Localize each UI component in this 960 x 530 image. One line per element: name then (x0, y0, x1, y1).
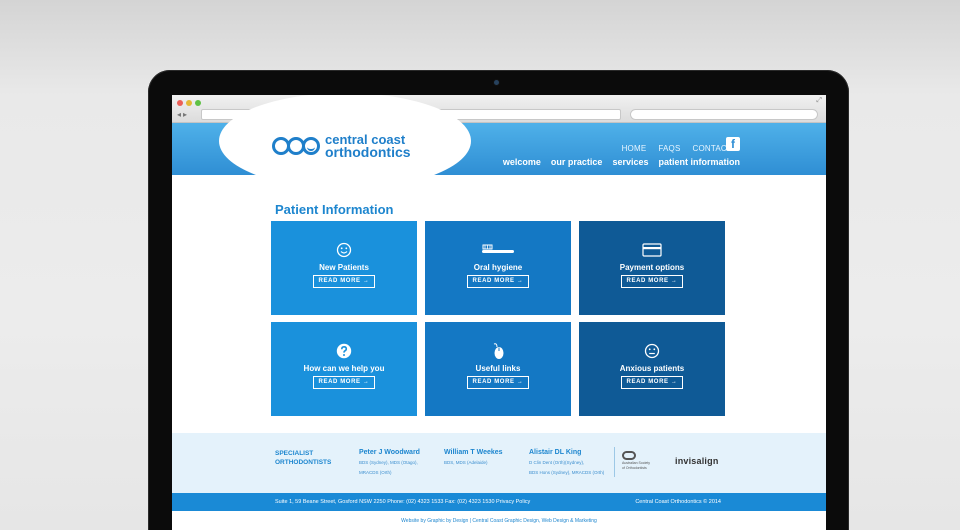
minimize-window-button[interactable] (186, 100, 192, 106)
nav-home-link[interactable]: HOME (622, 144, 647, 153)
tile-label: Oral hygiene (473, 263, 523, 272)
smiley-icon (271, 241, 417, 259)
aso-logo[interactable]: Australian Society of Orthodontists (622, 451, 662, 473)
read-more-button[interactable]: READ MORE → (621, 275, 683, 288)
specialist-line-2: ORTHODONTISTS (275, 459, 332, 466)
tile-how-can-we-help[interactable]: How can we help you READ MORE → (271, 322, 417, 416)
main-nav: welcome our practice services patient in… (503, 157, 740, 167)
nav-faqs-link[interactable]: FAQS (658, 144, 680, 153)
nav-welcome-link[interactable]: welcome (503, 157, 541, 167)
doctor-qualifications: BDS Hons (Sydney), MRACDS (Orth) (529, 470, 605, 475)
doctor-name: William T Weekes (444, 449, 503, 456)
back-forward-icon[interactable]: ◂▸ (177, 110, 189, 119)
page-title: Patient Information (275, 202, 394, 217)
toothbrush-icon (425, 241, 571, 259)
question-icon (271, 342, 417, 360)
site-logo[interactable]: central coast orthodontics (272, 133, 411, 159)
doctor-card: Alistair DL King D Clin Dent (Orth)(Sydn… (529, 449, 604, 476)
logo-line-2: orthodontics (325, 144, 411, 160)
doctor-card: William T Weekes BDS, MDS (Adelaide) (444, 449, 503, 469)
doctor-qualifications: D Clin Dent (Orth)(Sydney), (529, 460, 585, 465)
nav-services-link[interactable]: services (612, 157, 648, 167)
invisalign-logo[interactable]: invisalign (675, 456, 719, 466)
logo-text: central coast orthodontics (325, 133, 411, 159)
aso-text-2: of Orthodontists (622, 466, 647, 470)
aso-text-1: Australian Society (622, 461, 651, 465)
tile-label: Payment options (619, 263, 685, 272)
doctor-qualifications: BDS (Sydney), MDS (Otago), (359, 460, 418, 465)
read-more-button[interactable]: READ MORE → (467, 376, 529, 389)
site-header: central coast orthodontics HOME FAQS CON… (172, 95, 826, 189)
laptop-screen: ◂▸ ⤢ central coast orthodontics HOME FAQ… (172, 95, 826, 530)
read-more-button[interactable]: READ MORE → (313, 275, 375, 288)
doctor-name: Alistair DL King (529, 449, 582, 456)
mouse-icon (425, 342, 571, 360)
read-more-button[interactable]: READ MORE → (313, 376, 375, 389)
footer-info: SPECIALIST ORTHODONTISTS Peter J Woodwar… (172, 433, 826, 493)
aso-mark-icon (622, 451, 636, 460)
specialist-heading: SPECIALIST ORTHODONTISTS (275, 449, 331, 467)
tile-label: Anxious patients (619, 364, 685, 373)
nav-patient-information-link[interactable]: patient information (659, 157, 741, 167)
tile-anxious-patients[interactable]: Anxious patients READ MORE → (579, 322, 725, 416)
footer-address: Suite 1, 59 Beane Street, Gosford NSW 22… (275, 499, 531, 505)
footer-copyright: Central Coast Orthodontics © 2014 (635, 499, 721, 505)
doctor-qualifications: BDS, MDS (Adelaide) (444, 460, 488, 465)
credit-card-icon (579, 241, 725, 259)
specialist-line-1: SPECIALIST (275, 450, 314, 457)
tile-oral-hygiene[interactable]: Oral hygiene READ MORE → (425, 221, 571, 315)
tile-new-patients[interactable]: New Patients READ MORE → (271, 221, 417, 315)
browser-search-input[interactable] (630, 109, 818, 120)
doctor-qualifications: MRACDS (Orth) (359, 470, 392, 475)
tile-payment-options[interactable]: Payment options READ MORE → (579, 221, 725, 315)
tile-useful-links[interactable]: Useful links READ MORE → (425, 322, 571, 416)
divider (614, 447, 615, 477)
tile-label: New Patients (319, 263, 369, 272)
read-more-button[interactable]: READ MORE → (467, 275, 529, 288)
tile-label: Useful links (475, 364, 521, 373)
logo-smile-icon (302, 137, 320, 155)
close-window-button[interactable] (177, 100, 183, 106)
fullscreen-icon[interactable]: ⤢ (816, 97, 822, 105)
camera-icon (494, 80, 499, 85)
facebook-icon[interactable]: f (726, 137, 740, 151)
zoom-window-button[interactable] (195, 100, 201, 106)
read-more-button[interactable]: READ MORE → (621, 376, 683, 389)
neutral-face-icon (579, 342, 725, 360)
doctor-name: Peter J Woodward (359, 449, 420, 456)
footer-credit[interactable]: Website by Graphic by Design | Central C… (172, 511, 826, 530)
nav-our-practice-link[interactable]: our practice (551, 157, 603, 167)
laptop-frame: ◂▸ ⤢ central coast orthodontics HOME FAQ… (148, 70, 849, 530)
tile-label: How can we help you (303, 364, 385, 373)
top-nav: HOME FAQS CONTACT (622, 144, 732, 153)
footer-bar: Suite 1, 59 Beane Street, Gosford NSW 22… (172, 493, 826, 511)
doctor-card: Peter J Woodward BDS (Sydney), MDS (Otag… (359, 449, 420, 476)
main-content: Patient Information New Patients READ MO… (172, 175, 826, 433)
